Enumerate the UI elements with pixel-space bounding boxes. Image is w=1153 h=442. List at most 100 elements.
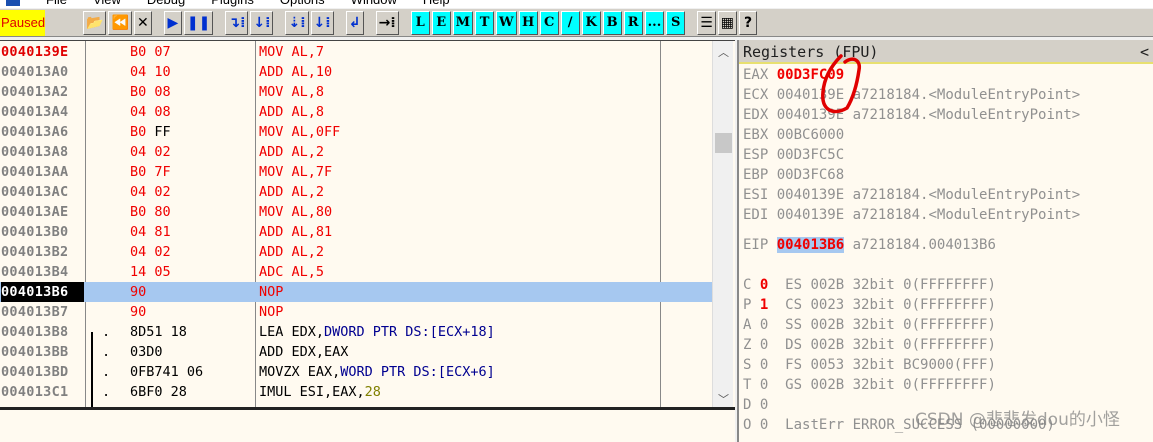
hex-segment: 6BF0 28 bbox=[130, 384, 187, 400]
dots-icon: ... bbox=[647, 15, 662, 30]
register-ebx[interactable]: EBX 00BC6000 bbox=[743, 125, 853, 145]
restart-button[interactable]: ⏪ bbox=[108, 10, 132, 35]
register-ebp[interactable]: EBP 00D3FC68 bbox=[743, 165, 853, 185]
register-esi[interactable]: ESI 0040139E a7218184.<ModuleEntryPoint> bbox=[743, 185, 1080, 205]
W-button[interactable]: W bbox=[496, 10, 517, 35]
register-eip[interactable]: EIP 004013B6 a7218184.004013B6 bbox=[743, 235, 996, 255]
T-icon: T bbox=[479, 15, 490, 30]
E-button[interactable]: E bbox=[431, 10, 451, 35]
M-button[interactable]: M bbox=[452, 10, 474, 35]
disassembly-row[interactable]: 004013A2 B0 08 MOV AL,8 bbox=[0, 82, 712, 102]
disassembly-row[interactable]: 004013A8 04 02 ADD AL,2 bbox=[0, 142, 712, 162]
scrollbar-thumb[interactable] bbox=[715, 133, 732, 153]
disassembly-row[interactable]: 004013B4 14 05 ADC AL,5 bbox=[0, 262, 712, 282]
execute-till-return-icon: ↲ bbox=[348, 14, 361, 31]
menu-debug[interactable]: Debug bbox=[147, 0, 185, 8]
disassembly-row[interactable]: 0040139E B0 07 MOV AL,7 bbox=[0, 42, 712, 62]
restart-icon: ⏪ bbox=[111, 14, 129, 31]
register-edi[interactable]: EDI 0040139E a7218184.<ModuleEntryPoint> bbox=[743, 205, 1080, 225]
K-button[interactable]: K bbox=[581, 10, 601, 35]
hex-bytes: 90 bbox=[130, 302, 146, 322]
flag-z[interactable]: Z 0 DS 002B 32bit 0(FFFFFFFF) bbox=[743, 335, 996, 355]
list-button[interactable]: ☰ bbox=[697, 10, 716, 35]
T-button[interactable]: T bbox=[475, 10, 495, 35]
disassembly-row[interactable]: 004013A6 B0 FF MOV AL,0FF bbox=[0, 122, 712, 142]
go-to-button[interactable]: →⁞ bbox=[375, 10, 399, 35]
registers-header[interactable]: Registers (FPU) < bbox=[739, 40, 1153, 64]
menu-help[interactable]: Help bbox=[423, 0, 450, 8]
flag-d[interactable]: D 0 bbox=[743, 395, 785, 415]
disassembly-row[interactable]: 004013B6 90 NOP bbox=[0, 282, 712, 302]
close-button[interactable]: ✕ bbox=[133, 10, 152, 35]
colors-button[interactable]: ▦ bbox=[717, 10, 738, 35]
disassembly-row[interactable]: 004013B8. 8D51 18 LEA EDX,DWORD PTR DS:[EC… bbox=[0, 322, 712, 342]
run-button[interactable]: ▶ bbox=[163, 10, 182, 35]
instruction-segment: 28 bbox=[364, 384, 381, 400]
app-icon bbox=[6, 0, 20, 6]
flag-t[interactable]: T 0 GS 002B 32bit 0(FFFFFFFF) bbox=[743, 375, 996, 395]
disassembly-row[interactable]: 004013AC 04 02 ADD AL,2 bbox=[0, 182, 712, 202]
hex-bytes: B0 7F bbox=[130, 162, 171, 182]
help-icon: ? bbox=[743, 14, 753, 31]
flag-p[interactable]: P 1 CS 0023 32bit 0(FFFFFFFF) bbox=[743, 295, 996, 315]
register-ecx[interactable]: ECX 0040139E a7218184.<ModuleEntryPoint> bbox=[743, 85, 1080, 105]
disassembly-row[interactable]: 004013B0 04 81 ADD AL,81 bbox=[0, 222, 712, 242]
execute-till-return-button[interactable]: ↲ bbox=[345, 10, 364, 35]
register-name: EBX bbox=[743, 127, 769, 143]
disassembly-row[interactable]: 004013AE B0 80 MOV AL,80 bbox=[0, 202, 712, 222]
disassembly-row[interactable]: 004013BB. 03D0 ADD EDX,EAX bbox=[0, 342, 712, 362]
R-button[interactable]: R bbox=[623, 10, 643, 35]
menu-window[interactable]: Window bbox=[351, 0, 397, 8]
flag-a[interactable]: A 0 SS 002B 32bit 0(FFFFFFFF) bbox=[743, 315, 996, 335]
hex-bytes: 90 bbox=[130, 282, 146, 302]
jump-marker: . bbox=[102, 384, 111, 400]
flag-c[interactable]: C 0 ES 002B 32bit 0(FFFFFFFF) bbox=[743, 275, 996, 295]
open-button[interactable]: 📂 bbox=[83, 10, 107, 35]
S-button[interactable]: S bbox=[666, 10, 686, 35]
collapse-icon[interactable]: < bbox=[1140, 40, 1149, 64]
disassembly-pane[interactable]: 0040139E B0 07 MOV AL,7 004013A0 04 10 ADD AL… bbox=[0, 40, 735, 408]
dots-button[interactable]: ... bbox=[644, 10, 665, 35]
flag-name: T bbox=[743, 377, 752, 393]
hex-bytes: 04 10 bbox=[130, 62, 171, 82]
menu-plugins[interactable]: Plugins bbox=[211, 0, 254, 8]
register-comment: a7218184.004013B6 bbox=[852, 237, 996, 253]
trace-into-button[interactable]: ⇣⁞ bbox=[285, 10, 309, 35]
disassembly-row[interactable]: 004013C1. 6BF0 28 IMUL ESI,EAX,28 bbox=[0, 382, 712, 402]
vertical-scrollbar[interactable]: ︿ ﹀ bbox=[712, 41, 733, 408]
slash-button[interactable]: / bbox=[560, 10, 580, 35]
disassembly-row[interactable]: 004013B2 04 02 ADD AL,2 bbox=[0, 242, 712, 262]
disassembly-row[interactable]: 004013B7 90 NOP bbox=[0, 302, 712, 322]
scroll-down-icon[interactable]: ﹀ bbox=[718, 391, 729, 407]
open-icon: 📂 bbox=[86, 14, 104, 31]
hex-segment: 04 02 bbox=[130, 144, 171, 160]
menu-options[interactable]: Options bbox=[280, 0, 325, 8]
disassembly-row[interactable]: 004013A4 04 08 ADD AL,8 bbox=[0, 102, 712, 122]
pause-button[interactable]: ❚❚ bbox=[183, 10, 214, 35]
menu-view[interactable]: View bbox=[93, 0, 121, 8]
L-button[interactable]: L bbox=[410, 10, 430, 35]
disassembly-row[interactable]: 004013BD. 0FB741 06 MOVZX EAX,WORD PTR DS:… bbox=[0, 362, 712, 382]
B-button[interactable]: B bbox=[602, 10, 622, 35]
hex-segment: B0 bbox=[130, 124, 155, 140]
instruction-segment: MOVZX EAX, bbox=[259, 364, 341, 380]
disassembly-row[interactable]: 004013AA B0 7F MOV AL,7F bbox=[0, 162, 712, 182]
registers-pane[interactable]: Registers (FPU) < EAX 00D3FC09 ECX 00401… bbox=[737, 40, 1153, 442]
scroll-up-icon[interactable]: ︿ bbox=[718, 44, 729, 60]
menu-file[interactable]: File bbox=[46, 0, 67, 8]
H-button[interactable]: H bbox=[518, 10, 538, 35]
flag-s[interactable]: S 0 FS 0053 32bit BC9000(FFF) bbox=[743, 355, 996, 375]
hex-bytes: B0 80 bbox=[130, 202, 171, 222]
step-over-button[interactable]: ↓⁞ bbox=[250, 10, 274, 35]
address: 004013C1 bbox=[1, 384, 69, 400]
register-esp[interactable]: ESP 00D3FC5C bbox=[743, 145, 853, 165]
step-into-button[interactable]: ↴⁞ bbox=[225, 10, 249, 35]
hex-bytes: 6BF0 28 bbox=[130, 382, 187, 402]
register-edx[interactable]: EDX 0040139E a7218184.<ModuleEntryPoint> bbox=[743, 105, 1080, 125]
help-button[interactable]: ? bbox=[739, 10, 758, 35]
trace-over-button[interactable]: ↓⁞ bbox=[310, 10, 334, 35]
register-eax[interactable]: EAX 00D3FC09 bbox=[743, 65, 853, 85]
address: 004013A0 bbox=[1, 64, 69, 80]
C-button[interactable]: C bbox=[539, 10, 559, 35]
disassembly-row[interactable]: 004013A0 04 10 ADD AL,10 bbox=[0, 62, 712, 82]
